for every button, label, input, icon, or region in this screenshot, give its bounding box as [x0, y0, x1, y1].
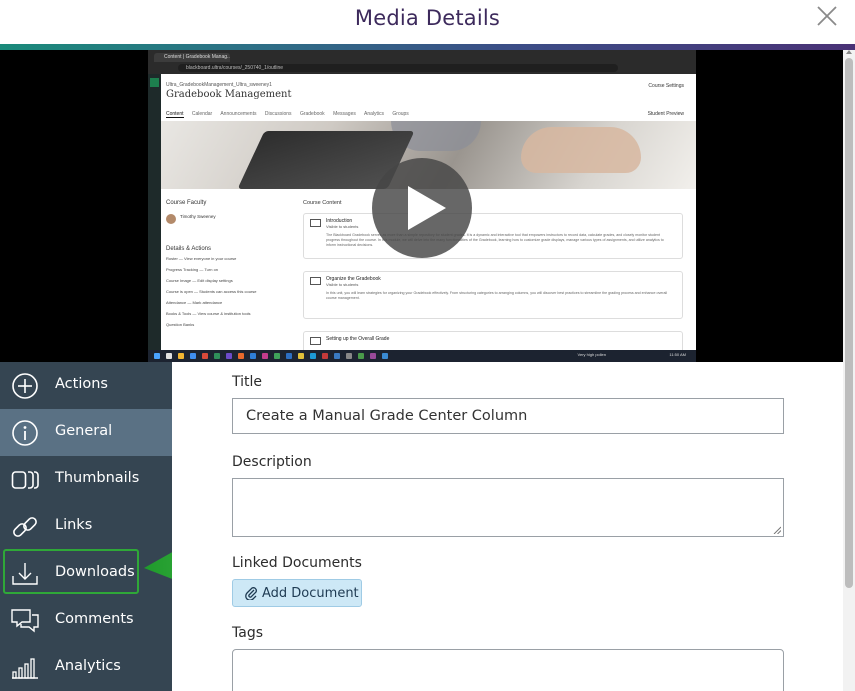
recorded-faculty-name: Timothy Sweeney	[180, 214, 216, 219]
menu-item-actions[interactable]: Actions	[0, 362, 172, 409]
dialog-title: Media Details	[354, 6, 501, 30]
recorded-detail-row: Course is open — Students can access thi…	[166, 289, 257, 294]
menu-item-label: Actions	[55, 376, 108, 392]
recorded-taskbar: 11:50 AM Very high pollen	[148, 350, 696, 362]
recorded-nav-item: Messages	[333, 111, 356, 117]
plus-circle-icon	[12, 373, 38, 399]
paperclip-icon	[245, 587, 257, 600]
menu-item-label: Links	[55, 517, 93, 533]
description-textarea[interactable]	[232, 478, 784, 537]
tags-input[interactable]	[232, 649, 784, 691]
menu-item-downloads[interactable]: Downloads	[0, 550, 172, 597]
scroll-up-icon[interactable]	[846, 50, 852, 54]
recorded-browser-bar: Content | Gradebook Manag... blackboard.…	[148, 50, 696, 74]
video-player[interactable]: Content | Gradebook Manag... blackboard.…	[0, 50, 843, 362]
recorded-content-item: Organize the Gradebook Visible to studen…	[303, 271, 683, 319]
recorded-course-title: Gradebook Management	[166, 89, 292, 100]
recorded-nav-item: Content	[166, 111, 184, 118]
recorded-detail-row: Question Banks	[166, 322, 195, 327]
document-icon	[310, 277, 321, 285]
analytics-icon	[12, 658, 38, 679]
recorded-content-item: Introduction Visible to students The Bla…	[303, 213, 683, 259]
info-circle-icon	[12, 420, 38, 446]
recorded-item-title: Setting up the Overall Grade	[326, 336, 390, 342]
add-document-label: Add Document	[262, 586, 359, 601]
document-icon	[310, 337, 321, 345]
recorded-course-settings: Course Settings	[648, 83, 684, 89]
play-button[interactable]	[372, 158, 472, 258]
recorded-nav-item: Announcements	[220, 111, 257, 117]
recorded-browser-url: blackboard.ultra/courses/_250740_1/outli…	[178, 64, 618, 72]
media-details-dialog: Media Details Content | Gradebook Manag.…	[0, 0, 855, 691]
recorded-browser-tab: Content | Gradebook Manag...	[154, 53, 230, 62]
recorded-details-heading: Details & Actions	[166, 246, 212, 252]
recorded-detail-row: Progress Tracking — Turn on	[166, 267, 219, 272]
recorded-nav-item: Discussions	[264, 111, 292, 117]
recorded-item-visibility: Visible to students	[326, 282, 359, 287]
recorded-student-preview: Student Preview	[647, 111, 684, 117]
tags-label: Tags	[232, 625, 263, 641]
menu-item-label: Thumbnails	[55, 470, 140, 486]
close-button[interactable]	[815, 4, 839, 28]
recorded-course-breadcrumb: Ultra_GradebookManagement_Ultra_sweeney1	[166, 82, 272, 88]
recorded-detail-row: Course Image — Edit display settings	[166, 278, 233, 283]
recorded-content-heading: Course Content	[303, 200, 342, 206]
recorded-nav-item: Groups	[392, 111, 409, 117]
play-icon	[408, 186, 446, 230]
recorded-detail-row: Roster — View everyone in your course	[166, 256, 237, 261]
menu-item-label: Analytics	[55, 658, 121, 674]
menu-item-analytics[interactable]: Analytics	[0, 644, 172, 691]
description-label: Description	[232, 454, 312, 470]
recorded-item-desc: In this unit, you will learn strategies …	[326, 291, 668, 300]
recorded-course-content: Course Content Introduction Visible to s…	[298, 195, 688, 353]
recorded-faculty: Course Faculty Timothy Sweeney	[166, 200, 216, 224]
menu-item-thumbnails[interactable]: Thumbnails	[0, 456, 172, 503]
menu-item-label: Downloads	[55, 564, 135, 580]
thumbnails-icon	[11, 471, 39, 489]
title-input[interactable]	[232, 398, 784, 434]
recorded-taskbar-status: Very high pollen	[577, 352, 606, 357]
recorded-detail-row: Attendance — Mark attendance	[166, 300, 223, 305]
menu-item-label: General	[55, 423, 113, 439]
close-icon	[817, 6, 837, 26]
menu-item-comments[interactable]: Comments	[0, 597, 172, 644]
title-label: Title	[232, 374, 263, 390]
recorded-nav-item: Gradebook	[299, 111, 325, 117]
comments-icon	[11, 609, 39, 633]
media-menu: Actions General Thumbnails Links Downloa…	[0, 362, 172, 691]
menu-item-label: Comments	[55, 611, 134, 627]
recorded-taskbar-time: 11:50 AM	[669, 352, 686, 357]
recorded-item-desc: The Blackboard Gradebook serves as more …	[326, 233, 664, 247]
download-icon	[12, 563, 38, 585]
document-icon	[310, 219, 321, 227]
recorded-course-nav: Content Calendar Announcements Discussio…	[166, 111, 416, 118]
recorded-detail-row: Books & Tools — View course & institutio…	[166, 311, 251, 316]
scrollbar-thumb[interactable]	[845, 58, 853, 588]
recorded-details-actions: Details & Actions Roster — View everyone…	[166, 246, 286, 333]
menu-item-general[interactable]: General	[0, 409, 172, 456]
general-form: Title Description Linked Documents Add D…	[172, 362, 843, 691]
resize-grip-icon[interactable]	[773, 526, 781, 534]
recorded-item-visibility: Visible to students	[326, 224, 359, 229]
recorded-nav-item: Analytics	[364, 111, 385, 117]
menu-item-links[interactable]: Links	[0, 503, 172, 550]
dialog-header: Media Details	[0, 0, 855, 44]
link-icon	[13, 517, 37, 537]
recorded-lms-sidebar	[148, 74, 161, 350]
recorded-faculty-heading: Course Faculty	[166, 200, 207, 206]
recorded-nav-item: Calendar	[191, 111, 213, 117]
linked-documents-label: Linked Documents	[232, 555, 362, 571]
avatar	[166, 214, 176, 224]
add-document-button[interactable]: Add Document	[232, 579, 362, 607]
dialog-scrollbar[interactable]	[843, 50, 855, 691]
